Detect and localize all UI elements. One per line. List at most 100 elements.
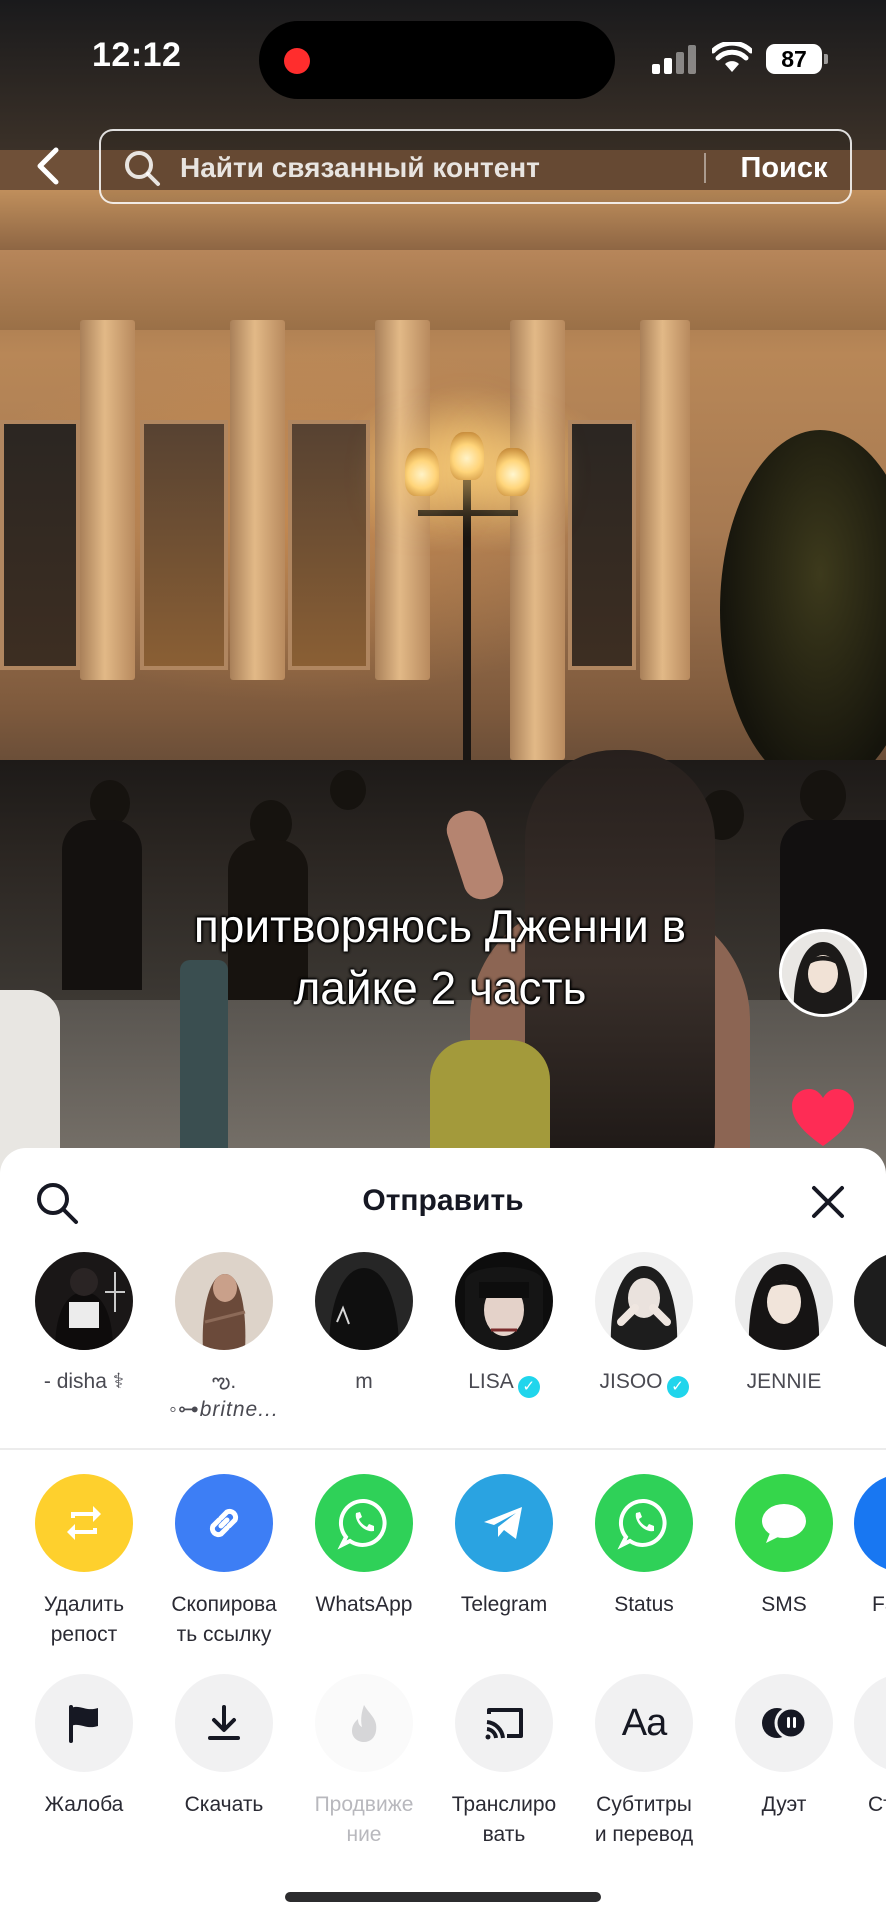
duet-icon xyxy=(735,1674,833,1772)
share-sheet: Отправить - disha ⚕ ఌ. ◦⊶britne... m LIS… xyxy=(0,1148,886,1920)
search-divider xyxy=(704,153,706,183)
subtitles-translation-button[interactable]: Aa Субтитры и перевод xyxy=(574,1674,714,1850)
repost-icon xyxy=(35,1474,133,1572)
facebook-icon xyxy=(854,1474,886,1572)
recording-indicator-icon xyxy=(284,48,310,74)
street-lamp xyxy=(496,448,530,496)
wifi-icon xyxy=(712,42,752,72)
verified-badge-icon: ✓ xyxy=(666,1376,689,1398)
action-label: SMS xyxy=(761,1593,807,1616)
status-time: 12:12 xyxy=(92,36,182,74)
sms-share-button[interactable]: SMS xyxy=(714,1474,854,1620)
battery-icon: 87 xyxy=(766,44,828,74)
avatar xyxy=(735,1252,833,1350)
building-window xyxy=(0,420,80,670)
remove-repost-button[interactable]: Удалить репост xyxy=(14,1474,154,1650)
building-column xyxy=(375,320,430,680)
telegram-icon xyxy=(455,1474,553,1572)
search-icon xyxy=(125,151,160,186)
cast-button[interactable]: Транслиро вать xyxy=(434,1674,574,1850)
building-window xyxy=(568,420,636,670)
avatar xyxy=(854,1252,886,1350)
stitch-icon xyxy=(854,1674,886,1772)
avatar xyxy=(595,1252,693,1350)
flag-icon xyxy=(35,1674,133,1772)
close-icon[interactable] xyxy=(808,1182,848,1222)
action-label: Удалить репост xyxy=(43,1593,125,1646)
contact-jisoo[interactable]: JISOO ✓ xyxy=(574,1252,714,1398)
verified-badge-icon: ✓ xyxy=(517,1376,540,1398)
building-window xyxy=(140,420,228,670)
video-caption: притворяюсь Дженни в лайке 2 часть xyxy=(90,895,790,1019)
report-button[interactable]: Жалоба xyxy=(14,1674,154,1820)
action-label: Status xyxy=(614,1593,674,1616)
avatar xyxy=(455,1252,553,1350)
action-label: Скопирова ть ссылку xyxy=(171,1593,277,1646)
sms-icon xyxy=(735,1474,833,1572)
search-button[interactable]: Поиск xyxy=(719,149,849,187)
whatsapp-share-button[interactable]: WhatsApp xyxy=(294,1474,434,1620)
building-window xyxy=(288,420,370,670)
duet-button[interactable]: Дуэт xyxy=(714,1674,854,1820)
dynamic-island xyxy=(259,21,615,99)
avatar xyxy=(175,1252,273,1350)
cast-icon xyxy=(455,1674,553,1772)
contact-jennie[interactable]: JENNIE xyxy=(714,1252,854,1396)
caption-line: лайке 2 часть xyxy=(293,962,587,1014)
whatsapp-icon xyxy=(315,1474,413,1572)
action-label: Ст xyxy=(868,1793,886,1816)
building-column xyxy=(230,320,285,680)
action-label: Telegram xyxy=(460,1593,548,1616)
contact-lisa[interactable]: LISA ✓ xyxy=(434,1252,574,1398)
action-label: Продвиже ние xyxy=(314,1793,414,1846)
heart-like-icon[interactable] xyxy=(790,1088,856,1148)
cellular-signal-icon xyxy=(652,44,698,74)
contact-partial[interactable]: R xyxy=(854,1252,886,1396)
creator-avatar[interactable] xyxy=(779,929,867,1017)
telegram-share-button[interactable]: Telegram xyxy=(434,1474,574,1620)
tree xyxy=(720,430,886,790)
divider xyxy=(0,1448,886,1450)
contact-disha[interactable]: - disha ⚕ xyxy=(14,1252,154,1396)
action-label: Транслиро вать xyxy=(451,1793,557,1846)
stitch-button[interactable]: Ст xyxy=(854,1674,886,1820)
lamp-arm xyxy=(418,510,518,516)
street-lamp xyxy=(405,448,439,496)
battery-level: 87 xyxy=(766,44,822,74)
link-icon xyxy=(175,1474,273,1572)
share-sheet-title: Отправить xyxy=(362,1184,524,1217)
download-icon xyxy=(175,1674,273,1772)
avatar xyxy=(315,1252,413,1350)
contact-name: LISA ✓ xyxy=(434,1368,574,1398)
search-input[interactable]: Найти связанный контент xyxy=(180,149,700,187)
flame-icon xyxy=(315,1674,413,1772)
action-label: Жалоба xyxy=(44,1793,124,1816)
action-label: WhatsApp xyxy=(315,1593,413,1616)
home-indicator[interactable] xyxy=(285,1892,601,1902)
contact-m[interactable]: m xyxy=(294,1252,434,1396)
download-button[interactable]: Скачать xyxy=(154,1674,294,1820)
copy-link-button[interactable]: Скопирова ть ссылку xyxy=(154,1474,294,1650)
whatsapp-status-button[interactable]: Status xyxy=(574,1474,714,1620)
caption-line: притворяюсь Дженни в xyxy=(193,900,687,952)
contact-name: m xyxy=(355,1370,373,1393)
contact-britne[interactable]: ఌ. ◦⊶britne... xyxy=(154,1252,294,1424)
action-label: Дуэт xyxy=(761,1793,807,1816)
facebook-share-button[interactable]: Fa xyxy=(854,1474,886,1620)
search-bar[interactable]: Найти связанный контент Поиск xyxy=(99,129,852,204)
contact-name: R xyxy=(854,1368,886,1396)
contact-name: JISOO ✓ xyxy=(574,1368,714,1398)
lamp-post xyxy=(463,470,471,780)
action-label: Скачать xyxy=(184,1793,264,1816)
contact-name: JENNIE xyxy=(746,1370,822,1393)
building-column xyxy=(510,320,565,760)
back-chevron-icon[interactable] xyxy=(28,142,68,190)
building-column xyxy=(640,320,690,680)
subtitles-icon: Aa xyxy=(595,1674,693,1772)
whatsapp-status-icon xyxy=(595,1474,693,1572)
avatar xyxy=(35,1252,133,1350)
building-column xyxy=(80,320,135,680)
street-lamp xyxy=(450,432,484,480)
contact-name: ఌ. ◦⊶britne... xyxy=(169,1370,279,1421)
contact-name: - disha ⚕ xyxy=(43,1370,125,1393)
